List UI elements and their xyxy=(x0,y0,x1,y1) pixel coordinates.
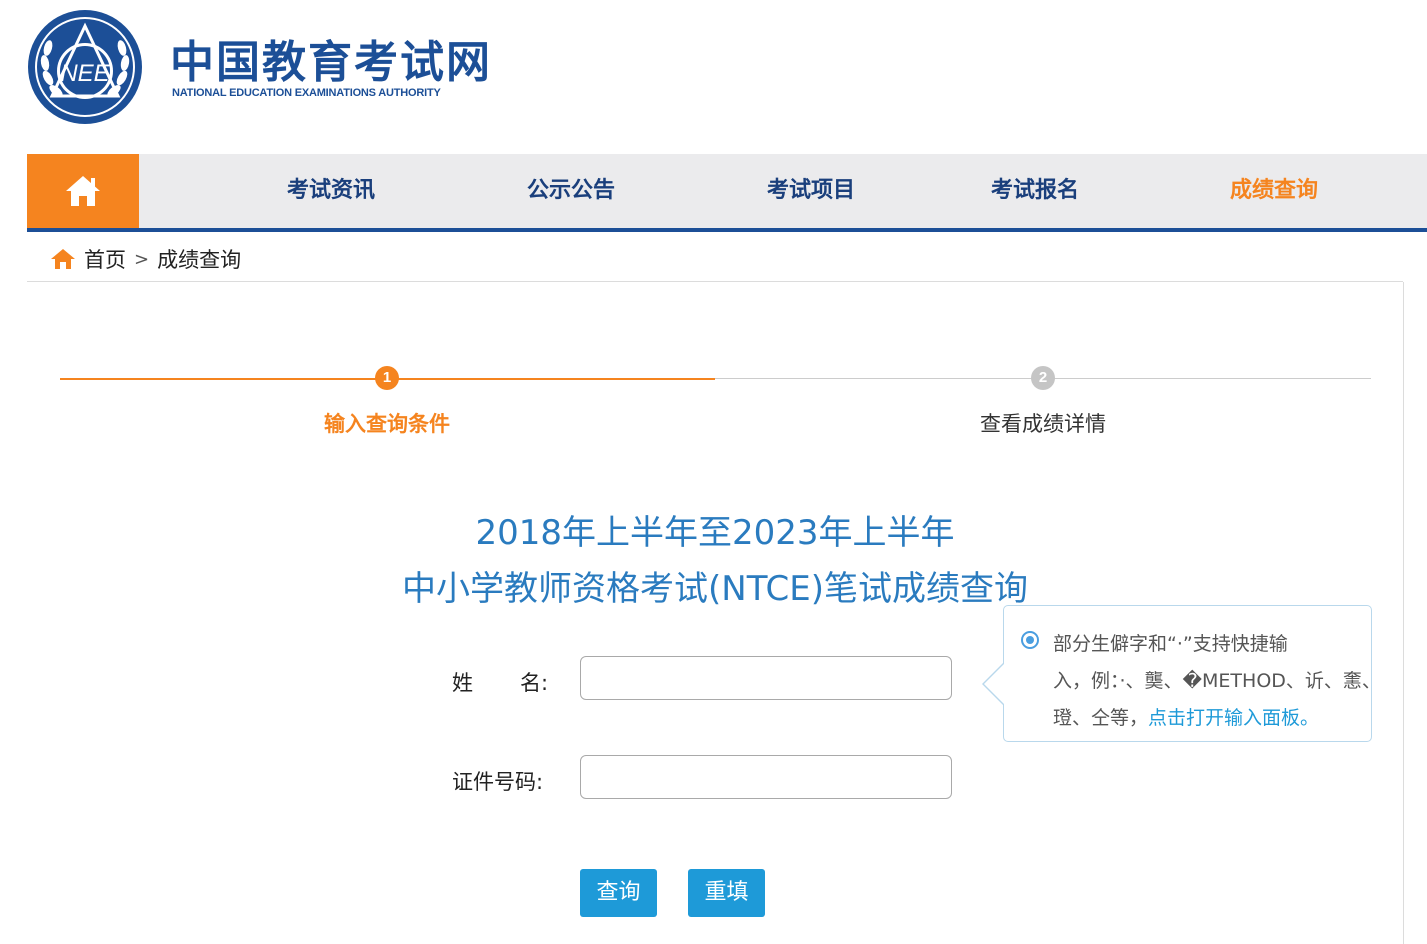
nav-home-button[interactable] xyxy=(27,154,139,228)
nav-item-announcements[interactable]: 公示公告 xyxy=(527,154,615,228)
name-label-char2: 名: xyxy=(520,671,549,695)
step-2-label: 查看成绩详情 xyxy=(980,412,1106,436)
nav-item-exam-news[interactable]: 考试资讯 xyxy=(287,154,375,228)
breadcrumb-home-link[interactable]: 首页 xyxy=(84,244,126,274)
step-1-label: 输入查询条件 xyxy=(324,412,450,436)
breadcrumb-divider xyxy=(27,281,1403,282)
form-title-line2: 中小学教师资格考试(NTCE)笔试成绩查询 xyxy=(402,569,1028,609)
form-title-line1: 2018年上半年至2023年上半年 xyxy=(475,513,955,553)
nav-item-exam-programs[interactable]: 考试项目 xyxy=(767,154,855,228)
id-number-input[interactable] xyxy=(580,755,952,799)
step-1-badge: 1 xyxy=(375,366,399,390)
tooltip-arrow-fill xyxy=(984,664,1004,704)
nav-item-score-query[interactable]: 成绩查询 xyxy=(1230,154,1318,228)
breadcrumb: 首页 > 成绩查询 xyxy=(50,244,241,274)
query-button[interactable]: 查询 xyxy=(580,869,657,917)
tooltip-line2: 入，例：·、龑、�METHOD、䜣、㥣、 xyxy=(1053,670,1381,692)
rare-character-tooltip: 部分生僻字和“·”支持快捷输 入，例：·、龑、�METHOD、䜣、㥣、 璒、仝等… xyxy=(982,605,1381,742)
breadcrumb-current: 成绩查询 xyxy=(157,248,242,272)
nea-logo-icon[interactable]: NEE xyxy=(26,8,144,126)
site-subtitle: NATIONAL EDUCATION EXAMINATIONS AUTHORIT… xyxy=(172,87,441,99)
name-input[interactable] xyxy=(580,656,952,700)
tooltip-line1: 部分生僻字和“·”支持快捷输 xyxy=(1053,633,1288,655)
home-icon xyxy=(51,249,75,269)
breadcrumb-separator: > xyxy=(134,248,150,270)
content-right-border xyxy=(1403,282,1404,944)
step-2-badge: 2 xyxy=(1031,366,1055,390)
tooltip-line3-text: 璒、仝等， xyxy=(1053,707,1149,729)
main-nav: 考试资讯 公示公告 考试项目 考试报名 成绩查询 xyxy=(27,154,1427,232)
open-input-panel-link[interactable]: 点击打开输入面板。 xyxy=(1148,707,1319,729)
radio-bullet-icon xyxy=(1021,631,1039,649)
tooltip-line3: 璒、仝等，点击打开输入面板。 xyxy=(1053,703,1319,730)
home-icon xyxy=(66,176,100,206)
reset-button[interactable]: 重填 xyxy=(688,869,765,917)
name-label-char1: 姓 xyxy=(452,671,473,695)
site-title: 中国教育考试网 xyxy=(170,37,492,88)
logo-text: NEE xyxy=(60,60,110,87)
nav-item-exam-registration[interactable]: 考试报名 xyxy=(991,154,1079,228)
site-header: NEE 中国教育考试网 NATIONAL EDUCATION EXAMINATI… xyxy=(0,0,1427,150)
id-number-label: 证件号码: xyxy=(452,770,544,794)
